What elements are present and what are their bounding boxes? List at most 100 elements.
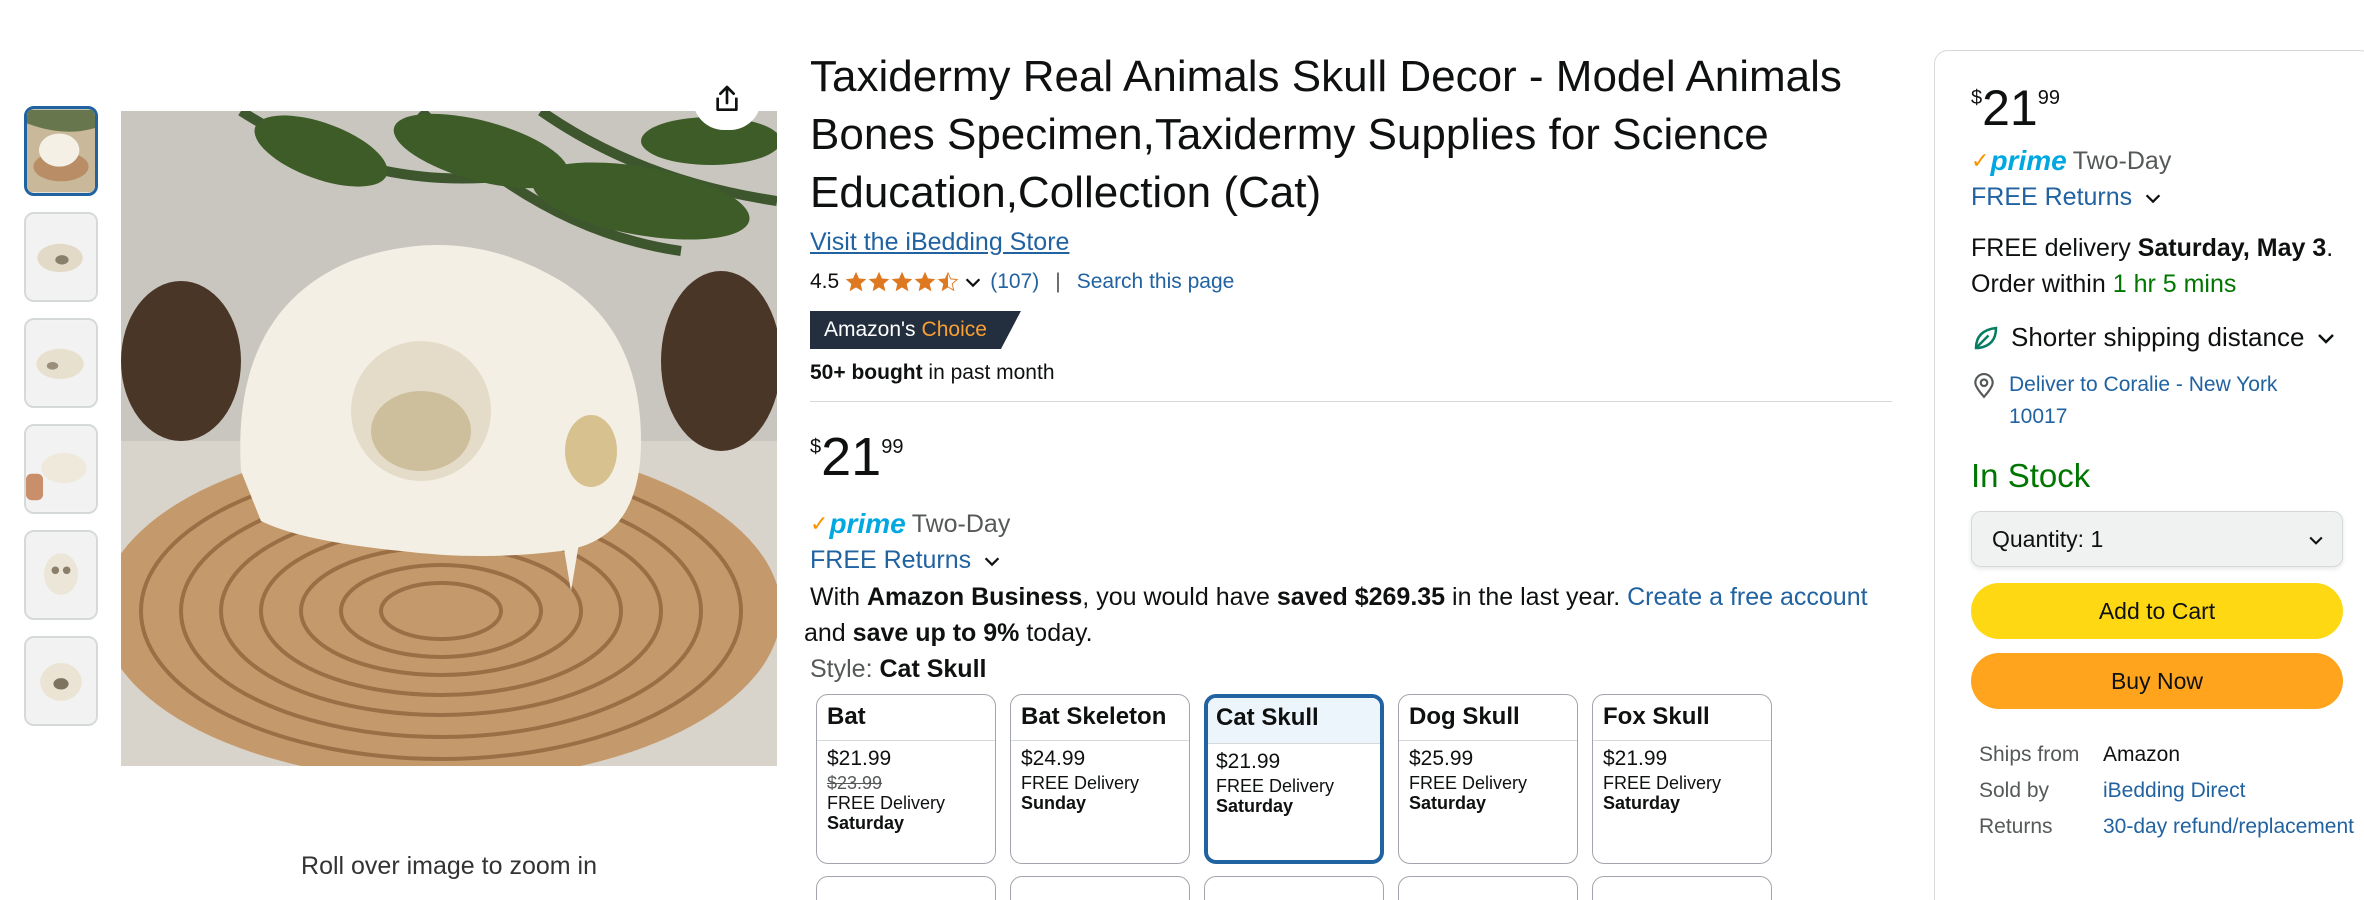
style-option[interactable]	[1398, 876, 1578, 900]
thumbnail-3[interactable]	[24, 318, 98, 408]
style-option-bat[interactable]: Bat $21.99 $23.99 FREE Delivery Saturday	[816, 694, 996, 864]
delivery-info: FREE delivery Saturday, May 3. Order wit…	[1971, 230, 2341, 302]
main-product-image[interactable]	[121, 111, 777, 766]
style-option-bat-skeleton[interactable]: Bat Skeleton $24.99 FREE Delivery Sunday	[1010, 694, 1190, 864]
prime-logo-text: prime	[829, 508, 906, 539]
sold-by-link[interactable]: iBedding Direct	[2103, 779, 2245, 803]
option-name: Bat	[817, 695, 995, 741]
returns-policy-link[interactable]: 30-day refund/replacement	[2103, 815, 2354, 839]
store-link[interactable]: Visit the iBedding Store	[810, 228, 1069, 257]
deliver-to-label: Deliver to Coralie - New York 10017	[2009, 373, 2278, 428]
ships-from-value: Amazon	[2103, 743, 2181, 766]
price-fraction: 99	[881, 436, 904, 458]
delivery-prefix: FREE delivery	[1971, 234, 2138, 262]
option-delivery: FREE Delivery	[1216, 776, 1335, 796]
search-page-link[interactable]: Search this page	[1077, 270, 1235, 294]
free-returns-link[interactable]: FREE Returns	[1971, 183, 2364, 212]
buy-box: $ 21 99 ✓ prime Two-Day FREE Returns FREE…	[1934, 50, 2364, 900]
zoom-hint: Roll over image to zoom in	[301, 852, 597, 880]
star-half-icon	[937, 271, 959, 292]
bought-rest: in past month	[922, 361, 1055, 384]
rating-row: 4.5 (107) | Search this page	[810, 267, 1892, 297]
style-selected: Cat Skull	[879, 655, 987, 683]
option-day: Sunday	[1021, 793, 1087, 813]
price-symbol: $	[1971, 87, 1983, 109]
product-title: Taxidermy Real Animals Skull Decor - Mod…	[810, 52, 1842, 217]
quantity-label: Quantity:	[1992, 525, 2085, 552]
star-rating[interactable]	[845, 271, 984, 293]
buybox-price: $ 21 99	[1971, 81, 2364, 139]
business-bold: Amazon Business	[866, 583, 1083, 611]
product-details: Taxidermy Real Animals Skull Decor - Mod…	[804, 48, 1892, 900]
business-text: today.	[1019, 619, 1093, 647]
quantity-value: 1	[2090, 525, 2104, 552]
style-option[interactable]	[1204, 876, 1384, 900]
rating-count-link[interactable]: (107)	[990, 270, 1039, 294]
ships-from-label: Ships from	[1979, 743, 2080, 766]
thumbnail-5[interactable]	[24, 530, 98, 620]
business-text: With	[810, 583, 867, 611]
option-day: Saturday	[827, 813, 905, 833]
star-icon	[914, 271, 936, 292]
option-price: $25.99	[1409, 747, 1474, 770]
thumbnail-2[interactable]	[24, 212, 98, 302]
order-within: Order within	[1971, 270, 2113, 298]
free-returns-link[interactable]: FREE Returns	[810, 546, 1892, 575]
chevron-down-icon	[965, 278, 981, 288]
option-name: Cat Skull	[1208, 698, 1380, 744]
quantity-select[interactable]: Quantity: 1	[1971, 511, 2343, 567]
style-option-fox-skull[interactable]: Fox Skull $21.99 FREE Delivery Saturday	[1592, 694, 1772, 864]
business-bold: save up to 9%	[852, 619, 1020, 647]
thumbnail-4[interactable]	[24, 424, 98, 514]
bought-bold: 50+ bought	[810, 361, 923, 384]
option-delivery: FREE Delivery	[1603, 773, 1722, 793]
option-price: $21.99	[827, 747, 892, 770]
buy-now-button[interactable]: Buy Now	[1971, 653, 2343, 709]
amazons-choice-badge[interactable]: Amazon's Choice	[810, 311, 1021, 349]
option-delivery: FREE Delivery	[1021, 773, 1140, 793]
free-returns-label: FREE Returns	[1971, 183, 2133, 211]
star-icon	[868, 271, 890, 292]
prime-badge: ✓ prime Two-Day	[1971, 145, 2364, 177]
style-options-more	[816, 876, 1892, 900]
option-delivery: FREE Delivery	[827, 793, 946, 813]
price-fraction: 99	[2037, 87, 2060, 109]
option-price: $21.99	[1216, 750, 1281, 773]
rating-value: 4.5	[810, 270, 840, 293]
thumbnail-6[interactable]	[24, 636, 98, 726]
option-name: Dog Skull	[1399, 695, 1577, 741]
style-option[interactable]	[1010, 876, 1190, 900]
style-option[interactable]	[1592, 876, 1772, 900]
prime-check-icon: ✓	[1971, 148, 1990, 173]
add-to-cart-button[interactable]: Add to Cart	[1971, 583, 2343, 639]
business-savings: With Amazon Business, you would have sav…	[804, 579, 1892, 651]
chevron-down-icon	[2318, 333, 2335, 344]
deliver-to[interactable]: Deliver to Coralie - New York 10017	[1971, 369, 2341, 433]
prime-logo: ✓ prime	[810, 508, 906, 540]
option-day: Saturday	[1409, 793, 1487, 813]
style-option[interactable]	[816, 876, 996, 900]
price-symbol: $	[810, 436, 822, 458]
create-account-link[interactable]: Create a free account	[1627, 583, 1867, 611]
delivery-date: Saturday, May 3	[2137, 234, 2327, 262]
share-button[interactable]	[693, 68, 761, 130]
option-delivery: FREE Delivery	[1409, 773, 1528, 793]
style-option-dog-skull[interactable]: Dog Skull $25.99 FREE Delivery Saturday	[1398, 694, 1578, 864]
shorter-shipping[interactable]: Shorter shipping distance	[1971, 322, 2364, 353]
chevron-down-icon	[984, 556, 1000, 566]
option-day: Saturday	[1216, 796, 1294, 816]
thumbnail-1[interactable]	[24, 106, 98, 196]
business-text: in the last year.	[1445, 583, 1628, 611]
delivery-suffix: .	[2326, 234, 2334, 262]
seller-info: Ships from Amazon Sold by iBedding Direct …	[1979, 737, 2364, 845]
business-bold: saved $269.35	[1276, 583, 1446, 611]
star-icon	[891, 271, 913, 292]
free-returns-label: FREE Returns	[810, 546, 972, 574]
leaf-icon	[1974, 326, 1998, 349]
style-option-cat-skull[interactable]: Cat Skull $21.99 FREE Delivery Saturday	[1204, 694, 1384, 864]
prime-badge: ✓ prime Two-Day	[810, 508, 1892, 540]
returns-label: Returns	[1979, 815, 2053, 838]
badge-accent: Choice	[921, 318, 987, 341]
share-icon	[716, 85, 738, 111]
prime-label: Two-Day	[2072, 146, 2172, 175]
